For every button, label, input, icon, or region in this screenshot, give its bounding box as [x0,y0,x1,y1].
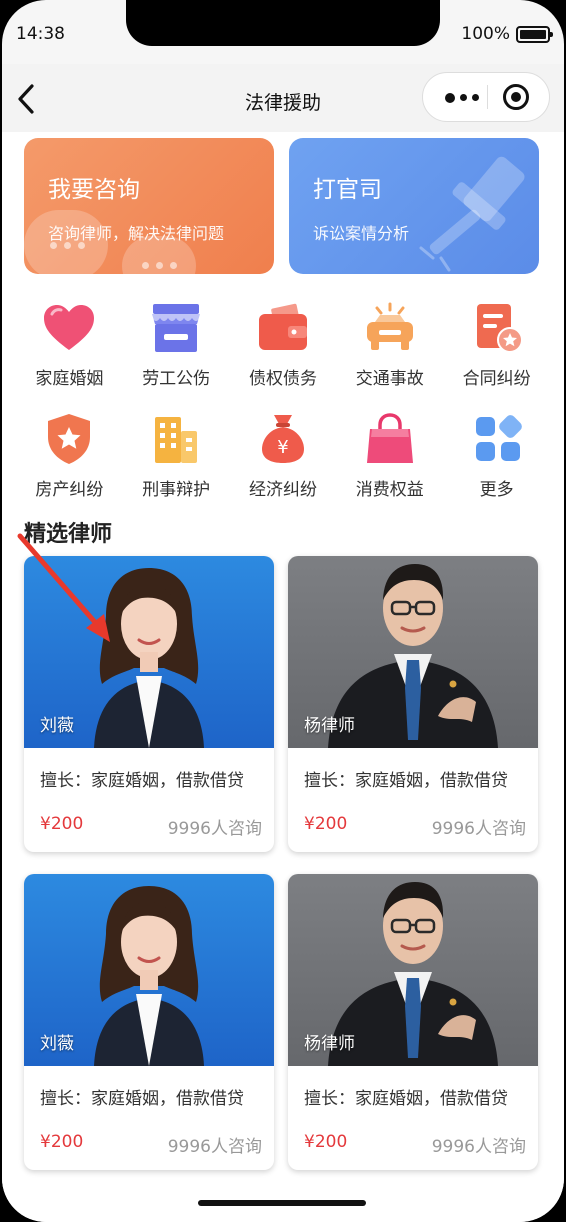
car-icon [366,302,413,350]
consult-banner[interactable]: 我要咨询 咨询律师，解决法律问题 [24,138,274,274]
category-family-marriage[interactable]: 家庭婚姻 [16,300,123,389]
category-label: 刑事辩护 [142,480,211,500]
category-label: 交通事故 [355,369,424,389]
consult-price: ¥200 [304,1132,348,1152]
lawyer-photo: 刘薇 [24,874,274,1066]
consult-count: 9996人咨询 [167,1137,262,1157]
svg-text:¥: ¥ [277,437,288,458]
lawyer-name: 杨律师 [304,716,355,736]
status-time: 14:38 [16,24,65,44]
category-traffic-accident[interactable]: 交通事故 [336,300,443,389]
lawyer-specialty: 擅长：家庭婚姻，借款借贷 [304,771,508,791]
category-label: 经济纠纷 [248,480,317,500]
lawyer-photo: 杨律师 [288,874,538,1066]
lawyer-card[interactable]: 杨律师 擅长：家庭婚姻，借款借贷 ¥200 9996人咨询 [288,874,538,1170]
lawyer-card[interactable]: 刘薇 擅长：家庭婚姻，借款借贷 ¥200 9996人咨询 [24,874,274,1170]
lawyer-specialty: 擅长：家庭婚姻，借款借贷 [304,1089,508,1109]
contract-icon [476,304,523,353]
shopping-bag-icon [366,413,413,463]
category-grid: 家庭婚姻 劳工公伤 债权债务 交通事故 合同纠纷 房产纠纷 刑事辩护 ¥ 经济纠… [16,300,550,500]
lawyer-photo: 杨律师 [288,556,538,748]
banner-title: 我要咨询 [48,177,140,203]
battery-icon [516,25,553,43]
lawsuit-banner[interactable]: 打官司 诉讼案情分析 [289,138,539,274]
lawyer-specialty: 擅长：家庭婚姻，借款借贷 [40,771,244,791]
grid-more-icon [475,415,522,461]
lawyer-card[interactable]: 杨律师 擅长：家庭婚姻，借款借贷 ¥200 9996人咨询 [288,556,538,852]
miniprogram-capsule [422,72,550,122]
category-labor-injury[interactable]: 劳工公伤 [123,300,230,389]
category-consumer-rights[interactable]: 消费权益 [336,411,443,500]
category-contract[interactable]: 合同纠纷 [443,300,550,389]
gavel-icon [419,156,525,272]
category-economic[interactable]: ¥ 经济纠纷 [230,411,337,500]
consult-price: ¥200 [40,1132,84,1152]
lawyer-name: 刘薇 [40,1034,74,1054]
lawyer-name: 杨律师 [304,1034,355,1054]
red-arrow-annotation-icon [17,533,110,642]
category-more[interactable]: 更多 [443,411,550,500]
category-debt[interactable]: 债权债务 [230,300,337,389]
category-label: 更多 [479,480,514,500]
consult-count: 9996人咨询 [167,819,262,839]
category-label: 房产纠纷 [35,480,104,500]
close-miniprogram-icon[interactable] [503,84,529,110]
battery-status: 100% [461,24,553,44]
navigation-bar: 法律援助 [2,64,564,132]
main-content: 我要咨询 咨询律师，解决法律问题 打官司 诉讼案情分析 家庭婚姻 劳工公伤 债权… [2,132,564,1222]
consult-count: 9996人咨询 [431,819,526,839]
category-property[interactable]: 房产纠纷 [16,411,123,500]
category-label: 债权债务 [248,369,317,389]
shop-icon [152,304,201,352]
money-bag-icon: ¥ [261,415,304,463]
banner-subtitle: 诉讼案情分析 [313,224,410,243]
category-criminal-defense[interactable]: 刑事辩护 [123,411,230,500]
category-label: 合同纠纷 [462,369,531,389]
banner-subtitle: 咨询律师，解决法律问题 [48,224,225,243]
consult-price: ¥200 [304,814,348,834]
lawyer-name: 刘薇 [40,716,74,736]
shield-star-icon [48,414,91,464]
capsule-divider [487,85,488,109]
phone-screen: 14:38 100% 法律援助 我要咨询 咨询律师，解决法律问题 打官司 诉讼案… [2,0,564,1222]
category-label: 劳工公伤 [142,369,211,389]
heart-icon [44,305,95,350]
more-options-icon[interactable] [445,93,479,103]
lawyer-specialty: 擅长：家庭婚姻，借款借贷 [40,1089,244,1109]
category-label: 家庭婚姻 [35,369,104,389]
consult-price: ¥200 [40,814,84,834]
consult-count: 9996人咨询 [431,1137,526,1157]
category-label: 消费权益 [355,480,424,500]
wallet-icon [258,303,307,350]
building-icon [155,417,198,463]
device-notch [126,0,440,46]
battery-percent: 100% [461,24,510,44]
home-indicator[interactable] [198,1200,366,1206]
banner-title: 打官司 [313,177,382,203]
